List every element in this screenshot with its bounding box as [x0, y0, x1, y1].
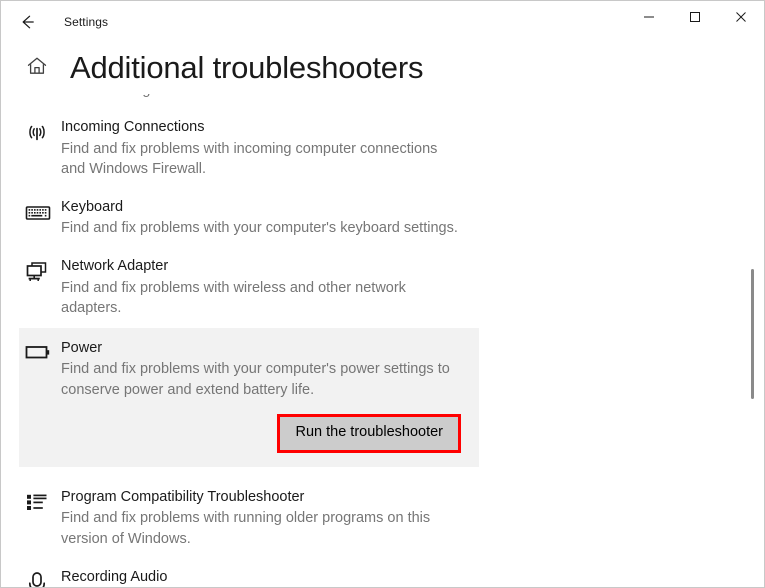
troubleshooter-description: Find and fix problems with running older… — [61, 510, 431, 547]
incoming-connections-icon — [19, 118, 61, 145]
list-item[interactable]: Keyboard Find and fix problems with your… — [19, 189, 746, 248]
troubleshooter-name: Incoming Connections — [61, 119, 205, 136]
home-button[interactable] — [25, 54, 55, 83]
troubleshooter-description: Find and fix problems with wireless and … — [61, 279, 406, 317]
troubleshooter-description: Find and fix problems with incoming comp… — [61, 140, 438, 178]
troubleshooter-name: Power — [61, 339, 103, 356]
power-action-row: Run the troubleshooter — [19, 414, 479, 467]
page-header: Additional troubleshooters — [1, 42, 764, 94]
troubleshooter-scroll-area[interactable]: Find and fix problems with connecting to… — [1, 94, 764, 587]
window-caption-buttons — [626, 1, 764, 33]
troubleshooter-description: Find and fix problems with connecting to… — [61, 94, 466, 100]
list-item[interactable]: Program Compatibility Troubleshooter Fin… — [19, 479, 746, 559]
troubleshooter-body: Recording Audio Find and fix problems wi… — [61, 568, 746, 587]
troubleshooter-body: Program Compatibility Troubleshooter Fin… — [61, 488, 746, 550]
troubleshooter-name: Network Adapter — [61, 258, 169, 275]
troubleshooter-list: Find and fix problems with connecting to… — [1, 94, 764, 587]
list-item[interactable]: Find and fix problems with connecting to… — [19, 94, 746, 109]
troubleshooter-description: Find and fix problems with your computer… — [61, 220, 458, 237]
close-button[interactable] — [718, 1, 764, 33]
minimize-button[interactable] — [626, 1, 672, 33]
list-item[interactable]: Recording Audio Find and fix problems wi… — [19, 559, 746, 587]
troubleshooter-name: Program Compatibility Troubleshooter — [61, 488, 305, 505]
vertical-scrollbar[interactable] — [747, 94, 759, 587]
home-icon — [25, 54, 49, 83]
list-item-power[interactable]: Power Find and fix problems with your co… — [19, 327, 479, 415]
troubleshooter-body: Incoming Connections Find and fix proble… — [61, 118, 746, 180]
keyboard-icon — [19, 198, 61, 225]
run-the-troubleshooter-button[interactable]: Run the troubleshooter — [280, 417, 458, 450]
troubleshooter-body: Power Find and fix problems with your co… — [61, 339, 479, 401]
troubleshooter-body: Find and fix problems with connecting to… — [61, 94, 746, 100]
settings-window: Settings Additional troubleshooters Inco… — [0, 0, 765, 588]
battery-icon — [19, 339, 61, 362]
list-icon — [19, 488, 61, 515]
microphone-icon — [19, 568, 61, 587]
scrollbar-thumb[interactable] — [751, 269, 754, 399]
back-button[interactable] — [5, 3, 49, 41]
network-adapter-icon — [19, 257, 61, 285]
page-title: Additional troubleshooters — [70, 49, 424, 85]
app-title: Settings — [64, 14, 109, 29]
maximize-button[interactable] — [672, 1, 718, 33]
troubleshooter-body: Keyboard Find and fix problems with your… — [61, 198, 746, 239]
minimize-icon — [643, 11, 655, 23]
list-item[interactable]: Incoming Connections Find and fix proble… — [19, 109, 746, 189]
red-annotation-box: Run the troubleshooter — [277, 414, 461, 453]
back-arrow-icon — [16, 11, 38, 33]
troubleshooter-name: Recording Audio — [61, 568, 168, 585]
troubleshooter-body: Network Adapter Find and fix problems wi… — [61, 257, 746, 319]
close-icon — [735, 11, 747, 23]
troubleshooter-name: Keyboard — [61, 198, 124, 215]
maximize-icon — [689, 11, 701, 23]
troubleshooter-description: Find and fix problems with your computer… — [61, 361, 450, 398]
list-item[interactable]: Network Adapter Find and fix problems wi… — [19, 248, 746, 328]
title-bar: Settings — [1, 1, 764, 42]
